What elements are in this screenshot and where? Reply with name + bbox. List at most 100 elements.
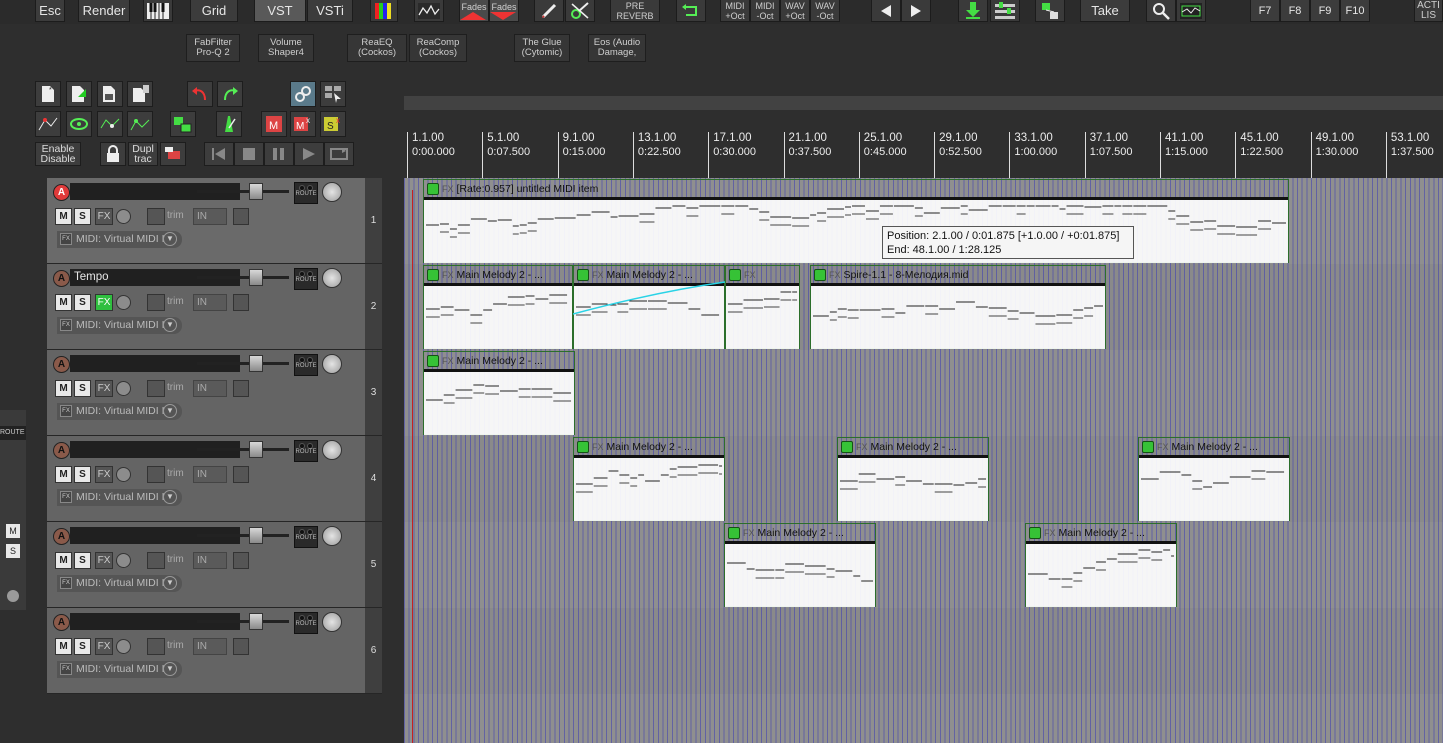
- item-fx-label[interactable]: FX: [592, 442, 604, 452]
- midi-item[interactable]: FX: [725, 265, 800, 349]
- loop-icon[interactable]: [676, 0, 706, 22]
- wav-octave-up-button[interactable]: WAV +Oct: [780, 0, 810, 22]
- volume-fader-track[interactable]: [197, 534, 289, 537]
- input-monitor-button[interactable]: IN: [193, 638, 227, 655]
- item-notes[interactable]: [424, 283, 572, 349]
- volume-fader-handle[interactable]: [249, 183, 263, 200]
- volume-fader-handle[interactable]: [249, 269, 263, 286]
- input-monitor-button[interactable]: IN: [193, 208, 227, 225]
- envelope-icon[interactable]: [147, 466, 165, 483]
- mute-button[interactable]: M: [55, 638, 72, 655]
- midi-item[interactable]: FX Main Melody 2 - ...: [573, 437, 725, 521]
- item-fx-label[interactable]: FX: [442, 270, 454, 280]
- zoom-magnifier-icon[interactable]: [1146, 0, 1176, 22]
- chevron-down-icon[interactable]: ▼: [163, 662, 177, 676]
- mute-button[interactable]: M: [55, 208, 72, 225]
- routing-icon[interactable]: [1035, 0, 1065, 22]
- fx-fabfilter-button[interactable]: FabFilter Pro-Q 2: [186, 34, 240, 62]
- esc-button[interactable]: Esc: [35, 0, 65, 22]
- item-header[interactable]: FX Main Melody 2 - ...: [1139, 438, 1289, 455]
- input-monitor-button[interactable]: IN: [193, 380, 227, 397]
- item-fx-label[interactable]: FX: [1157, 442, 1169, 452]
- item-fx-label[interactable]: FX: [743, 528, 755, 538]
- item-notes[interactable]: [726, 283, 799, 349]
- save-project-icon[interactable]: [97, 81, 123, 107]
- midi-item[interactable]: FX Main Melody 2 - ...: [423, 265, 573, 349]
- volume-fader-handle[interactable]: [249, 441, 263, 458]
- track-lane[interactable]: [404, 522, 1443, 608]
- item-fx-label[interactable]: FX: [442, 184, 454, 194]
- fx-bypass-button[interactable]: [116, 381, 131, 396]
- download-arrow-icon[interactable]: [958, 0, 988, 22]
- fx-bypass-button[interactable]: [116, 209, 131, 224]
- duplicate-track-button[interactable]: Dupl trac: [128, 142, 158, 166]
- track-header[interactable]: A ROUTE M S FX trim IN FX MIDI: Virtual …: [47, 178, 365, 264]
- route-button[interactable]: ROUTE: [294, 268, 318, 290]
- render-button[interactable]: Render: [78, 0, 130, 22]
- trim-label[interactable]: trim: [167, 640, 184, 651]
- fx-reacomp-button[interactable]: ReaComp (Cockos): [409, 34, 467, 62]
- item-header[interactable]: FX Main Melody 2 - ...: [725, 524, 875, 541]
- fx-button[interactable]: FX: [95, 638, 113, 655]
- solo-button[interactable]: S: [74, 208, 91, 225]
- trim-label[interactable]: trim: [167, 554, 184, 565]
- take-button[interactable]: Take: [1080, 0, 1130, 22]
- item-fx-label[interactable]: FX: [744, 270, 756, 280]
- vsti-button[interactable]: VSTi: [307, 0, 353, 22]
- midi-octave-up-button[interactable]: MIDI +Oct: [720, 0, 750, 22]
- fx-button[interactable]: FX: [95, 294, 113, 311]
- item-glue-icon[interactable]: [728, 526, 740, 539]
- record-arm-button[interactable]: A: [53, 184, 70, 201]
- track-lane[interactable]: [404, 608, 1443, 694]
- route-button[interactable]: ROUTE: [294, 440, 318, 462]
- volume-fader-track[interactable]: [197, 448, 289, 451]
- side-pan-knob[interactable]: [7, 590, 19, 602]
- pan-knob[interactable]: [322, 526, 342, 546]
- item-notes[interactable]: [811, 283, 1105, 349]
- item-glue-icon[interactable]: [1029, 526, 1041, 539]
- volume-fader-track[interactable]: [197, 620, 289, 623]
- chevron-down-icon[interactable]: ▼: [163, 318, 177, 332]
- track-header[interactable]: A Tempo ROUTE M S FX trim IN FX MIDI: Vi…: [47, 264, 365, 350]
- route-button[interactable]: ROUTE: [294, 182, 318, 204]
- new-project-icon[interactable]: *: [35, 81, 61, 107]
- item-glue-icon[interactable]: [1142, 440, 1154, 453]
- track-record-icon[interactable]: [160, 142, 186, 166]
- item-header[interactable]: FX Main Melody 2 - ...: [424, 266, 572, 283]
- fx-bypass-button[interactable]: [116, 639, 131, 654]
- timeline-ruler[interactable]: 1.1.00 0:00.000 5.1.00 0:07.500 9.1.00 0:1…: [404, 128, 1443, 178]
- item-glue-icon[interactable]: [427, 182, 439, 195]
- item-fx-label[interactable]: FX: [1044, 528, 1056, 538]
- midi-item[interactable]: FX Spire-1.1 - 8-Мелодия.mid: [810, 265, 1106, 349]
- item-notes[interactable]: [1139, 455, 1289, 521]
- volume-fader-handle[interactable]: [249, 613, 263, 630]
- item-header[interactable]: FX Main Melody 2 - ...: [838, 438, 988, 455]
- volume-fader-handle[interactable]: [249, 355, 263, 372]
- f10-button[interactable]: F10: [1340, 0, 1370, 22]
- color-palette-icon[interactable]: [370, 0, 398, 22]
- open-project-icon[interactable]: [66, 81, 92, 107]
- speaker-icon[interactable]: [233, 208, 249, 225]
- track-lane[interactable]: [404, 694, 1443, 743]
- previous-arrow-icon[interactable]: [871, 0, 901, 22]
- speaker-icon[interactable]: [233, 466, 249, 483]
- trim-label[interactable]: trim: [167, 382, 184, 393]
- lock-icon[interactable]: [100, 142, 126, 166]
- track-header[interactable]: A ROUTE M S FX trim IN FX MIDI: Virtual …: [47, 436, 365, 522]
- item-glue-icon[interactable]: [427, 354, 439, 367]
- horizontal-scrollbar[interactable]: [404, 96, 1443, 110]
- item-header[interactable]: FX Main Melody 2 - ...: [424, 352, 574, 369]
- fx-button[interactable]: FX: [95, 380, 113, 397]
- stop-icon[interactable]: [234, 142, 264, 166]
- view-waveform-icon[interactable]: [1176, 0, 1206, 22]
- vst-button[interactable]: VST: [254, 0, 306, 22]
- fx-reaeq-button[interactable]: ReaEQ (Cockos): [347, 34, 407, 62]
- input-monitor-button[interactable]: IN: [193, 466, 227, 483]
- record-arm-button[interactable]: A: [53, 442, 70, 459]
- speaker-icon[interactable]: [233, 294, 249, 311]
- item-header[interactable]: FX Spire-1.1 - 8-Мелодия.mid: [811, 266, 1105, 283]
- solo-button[interactable]: S: [74, 552, 91, 569]
- fades-out-button[interactable]: Fades: [489, 0, 519, 22]
- route-button[interactable]: ROUTE: [294, 526, 318, 548]
- pan-knob[interactable]: [322, 182, 342, 202]
